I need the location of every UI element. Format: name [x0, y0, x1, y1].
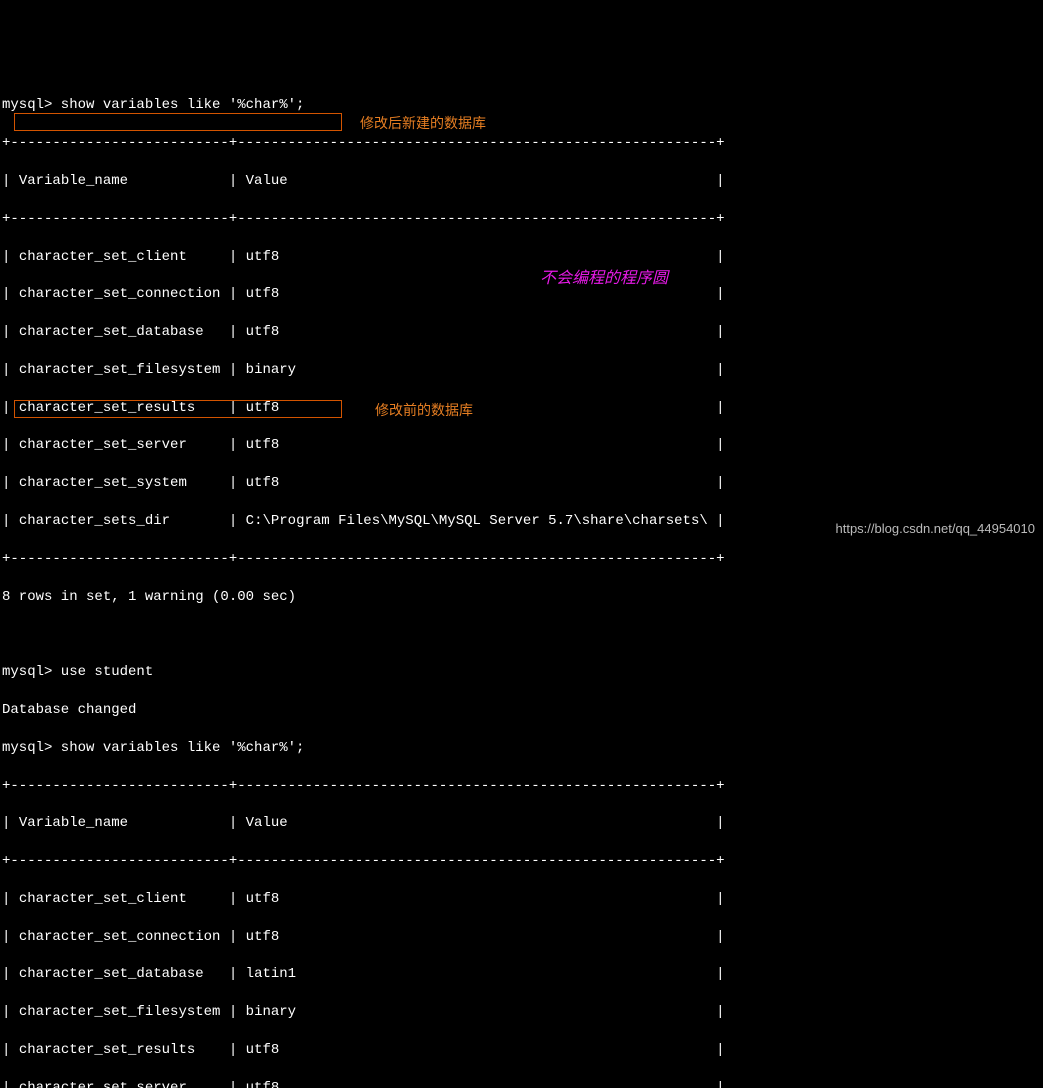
db-changed: Database changed — [2, 701, 1041, 720]
cell-val: utf8 — [246, 249, 280, 265]
highlight-box-2 — [14, 400, 342, 418]
blank-line — [2, 625, 1041, 644]
table-border-bot: +--------------------------+------------… — [2, 550, 1041, 569]
highlight-box-1 — [14, 113, 342, 131]
cell-val: utf8 — [246, 475, 280, 491]
table-row: | character_set_server | utf8 | — [2, 436, 1041, 455]
cell-var: character_set_server — [19, 1080, 187, 1088]
cell-var: character_set_connection — [19, 286, 221, 302]
cell-var: character_set_connection — [19, 929, 221, 945]
table-border-top: +--------------------------+------------… — [2, 134, 1041, 153]
annotation-before: 修改前的数据库 — [375, 401, 473, 420]
table-row: | character_set_system | utf8 | — [2, 474, 1041, 493]
table-row: | character_set_database | utf8 | — [2, 323, 1041, 342]
table-row: | character_set_client | utf8 | — [2, 248, 1041, 267]
table-row: | character_set_connection | utf8 | — [2, 285, 1041, 304]
table-border-mid: +--------------------------+------------… — [2, 210, 1041, 229]
table-row: | character_set_filesystem | binary | — [2, 361, 1041, 380]
cell-val: binary — [246, 1004, 296, 1020]
watermark-text: 不会编程的程序圆 — [540, 268, 668, 290]
cell-var: character_set_filesystem — [19, 1004, 221, 1020]
cell-val: latin1 — [246, 966, 296, 982]
table2-border-top: +--------------------------+------------… — [2, 777, 1041, 796]
cell-val: utf8 — [246, 891, 280, 907]
table2-header: | Variable_name | Value | — [2, 814, 1041, 833]
mysql-prompt-2[interactable]: mysql> use student — [2, 663, 1041, 682]
cell-var: character_set_system — [19, 475, 187, 491]
table-row: | character_set_results | utf8 | — [2, 1041, 1041, 1060]
cell-var: character_set_database — [19, 324, 204, 340]
cell-var: character_sets_dir — [19, 513, 170, 529]
cell-var: character_set_client — [19, 891, 187, 907]
cell-var: character_set_database — [19, 966, 204, 982]
annotation-after: 修改后新建的数据库 — [360, 114, 486, 133]
cell-val: utf8 — [246, 324, 280, 340]
cell-val: utf8 — [246, 929, 280, 945]
source-url: https://blog.csdn.net/qq_44954010 — [836, 520, 1036, 538]
table2-border-mid: +--------------------------+------------… — [2, 852, 1041, 871]
cell-val: utf8 — [246, 437, 280, 453]
cell-var: character_set_client — [19, 249, 187, 265]
cell-var: character_set_filesystem — [19, 362, 221, 378]
col-variable: Variable_name — [19, 173, 128, 189]
cell-val: utf8 — [246, 1042, 280, 1058]
table-row: | character_set_connection | utf8 | — [2, 928, 1041, 947]
terminal-output: mysql> show variables like '%char%'; +--… — [0, 76, 1043, 1088]
cell-val: binary — [246, 362, 296, 378]
table-row: | character_set_server | utf8 | — [2, 1079, 1041, 1088]
table-row: | character_set_database | latin1 | — [2, 965, 1041, 984]
table-header: | Variable_name | Value | — [2, 172, 1041, 191]
col-value: Value — [246, 173, 288, 189]
cell-var: character_set_server — [19, 437, 187, 453]
cell-val: C:\Program Files\MySQL\MySQL Server 5.7\… — [246, 513, 708, 529]
cell-val: utf8 — [246, 286, 280, 302]
result-footer-1: 8 rows in set, 1 warning (0.00 sec) — [2, 588, 1041, 607]
col-value: Value — [246, 815, 288, 831]
cell-val: utf8 — [246, 1080, 280, 1088]
table-row: | character_set_filesystem | binary | — [2, 1003, 1041, 1022]
col-variable: Variable_name — [19, 815, 128, 831]
mysql-prompt-3[interactable]: mysql> show variables like '%char%'; — [2, 739, 1041, 758]
cell-var: character_set_results — [19, 1042, 195, 1058]
table-row: | character_set_client | utf8 | — [2, 890, 1041, 909]
